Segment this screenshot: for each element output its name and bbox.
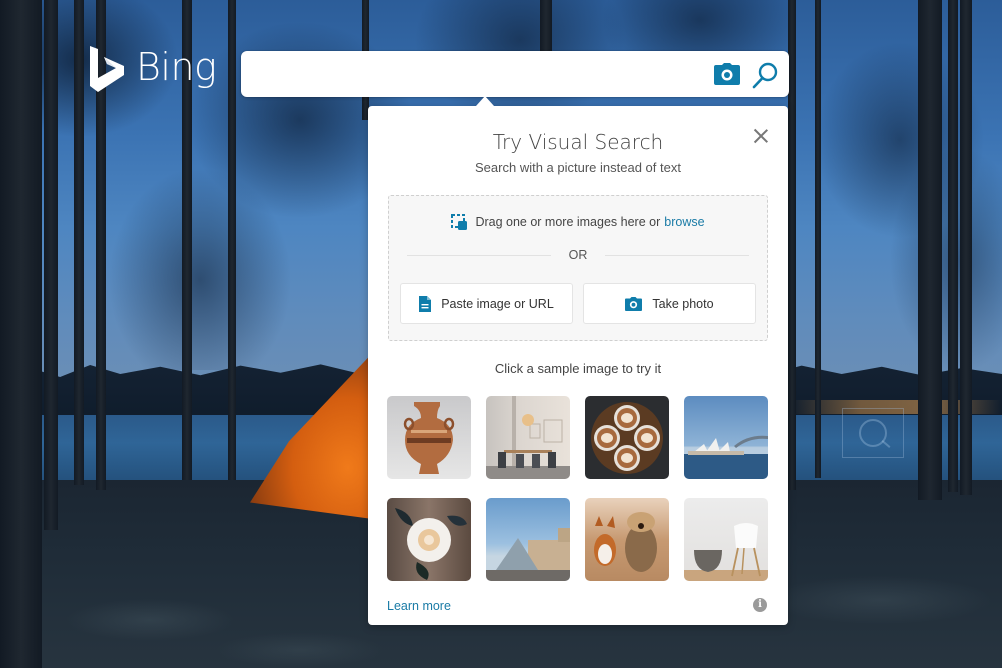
visual-search-hotspot[interactable] xyxy=(842,408,904,458)
camera-icon xyxy=(625,296,643,311)
popup-pointer xyxy=(476,96,494,106)
tree-trunk xyxy=(788,0,796,490)
tree-trunk xyxy=(74,0,84,485)
bing-logo-icon xyxy=(90,46,124,92)
sample-image-ancient-vase[interactable] xyxy=(387,396,471,479)
close-button[interactable] xyxy=(752,127,770,145)
sample-image-latte-art-cups[interactable] xyxy=(585,396,669,479)
panel-title: Try Visual Search xyxy=(492,130,664,154)
tree-trunk xyxy=(228,0,236,480)
drag-instructions: Drag one or more images here or browse xyxy=(389,214,767,230)
or-divider: OR xyxy=(407,248,749,262)
bing-logo[interactable]: Bing xyxy=(88,44,217,94)
panel-subtitle: Search with a picture instead of text xyxy=(475,160,681,175)
sample-image-sydney-opera-house[interactable] xyxy=(684,396,768,479)
tree-trunk xyxy=(0,0,42,668)
info-icon[interactable]: i xyxy=(753,598,767,612)
drag-text: Drag one or more images here or xyxy=(475,215,661,229)
document-icon xyxy=(419,295,432,312)
browse-link[interactable]: browse xyxy=(664,215,704,229)
visual-search-panel: Try Visual Search Search with a picture … xyxy=(368,106,788,625)
search-button[interactable] xyxy=(751,61,779,89)
camera-icon xyxy=(714,63,740,85)
sample-image-louvre-pyramid[interactable] xyxy=(486,498,570,581)
tree-trunk xyxy=(948,0,958,492)
paste-image-label: Paste image or URL xyxy=(441,296,554,311)
divider-line xyxy=(407,254,551,256)
paste-image-button[interactable]: Paste image or URL xyxy=(400,283,573,324)
take-photo-label: Take photo xyxy=(652,296,714,311)
visual-search-button[interactable] xyxy=(714,63,740,85)
search-bar xyxy=(241,51,789,97)
tree-trunk xyxy=(44,0,58,530)
image-dropzone[interactable]: Drag one or more images here or browse O… xyxy=(388,195,768,341)
tree-trunk xyxy=(918,0,942,500)
take-photo-button[interactable]: Take photo xyxy=(583,283,756,324)
learn-more-link[interactable]: Learn more xyxy=(387,599,451,613)
logo-text: Bing xyxy=(136,45,217,89)
sample-images-label: Click a sample image to try it xyxy=(494,361,662,376)
sample-image-white-rose[interactable] xyxy=(387,498,471,581)
tree-trunk xyxy=(960,0,972,495)
or-label: OR xyxy=(568,248,588,262)
sample-image-dogs-running[interactable] xyxy=(585,498,669,581)
sample-image-dining-room[interactable] xyxy=(486,396,570,479)
sample-image-white-chair-basket[interactable] xyxy=(684,498,768,581)
tree-trunk xyxy=(540,0,552,52)
divider-line xyxy=(605,254,749,256)
search-input[interactable] xyxy=(255,59,705,89)
tree-trunk xyxy=(815,0,821,478)
search-icon xyxy=(752,62,778,89)
drag-image-icon xyxy=(451,214,468,230)
